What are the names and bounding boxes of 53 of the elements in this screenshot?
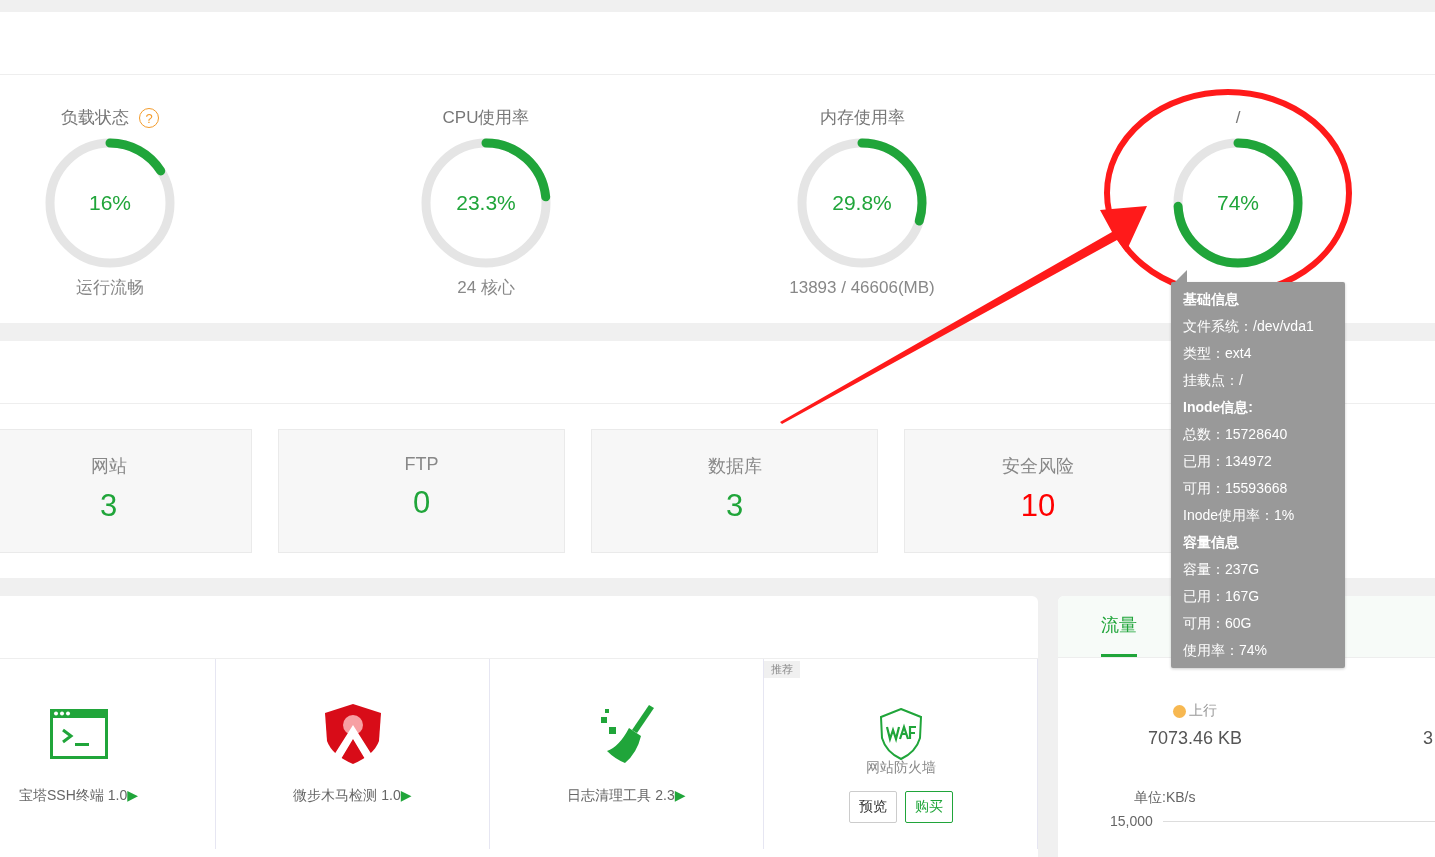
tooltip-line: 使用率：74% (1183, 641, 1269, 660)
preview-button[interactable]: 预览 (848, 791, 897, 823)
stat-card[interactable]: FTP 0 (278, 429, 565, 553)
tooltip-line: 容量：237G (1183, 560, 1261, 579)
traffic-tab[interactable]: 流量 (1101, 596, 1137, 657)
tooltip-line: 基础信息 (1183, 290, 1240, 309)
tooltip-line: 挂载点：/ (1183, 371, 1244, 390)
gauge-title: CPU使用率 (442, 107, 530, 129)
gauge-title: / (1235, 107, 1241, 129)
stat-card[interactable]: 安全风险 10 (904, 429, 1172, 553)
tooltip-line: Inode信息: (1183, 398, 1254, 417)
shield-icon (878, 708, 923, 760)
tooltip-line: Inode使用率：1% (1183, 506, 1296, 525)
stat-count: 3 (725, 488, 744, 524)
stat-label: 安全风险 (1002, 455, 1074, 478)
stat-count: 10 (1020, 488, 1056, 524)
buy-button[interactable]: 购买 (904, 791, 953, 823)
software-name[interactable]: 微步木马检测 1.0▶ (293, 787, 412, 805)
tooltip-line: 已用：167G (1183, 587, 1261, 606)
stat-count: 3 (99, 488, 118, 524)
gauge-caption: 运行流畅 (76, 277, 144, 299)
gauge-title: 负载状态 (61, 107, 129, 129)
stat-card[interactable]: 网站 3 (0, 429, 252, 553)
traffic-value: 7073.46 KB (1148, 728, 1243, 749)
tooltip-line: 类型：ext4 (1183, 344, 1253, 363)
stat-label: 网站 (90, 455, 127, 478)
recommend-tag: 推荐 (764, 661, 800, 678)
tooltip-line: 可用：60G (1183, 614, 1253, 633)
software-name[interactable]: 日志清理工具 2.3▶ (567, 787, 686, 805)
gauge-value: 16% (89, 191, 131, 215)
traffic-label: 上行 (1189, 702, 1218, 720)
tooltip-line: 已用：134972 (1183, 452, 1273, 471)
terminal-icon (48, 708, 109, 760)
axis-tick: 15,000 (1110, 813, 1153, 829)
gauge-value: 74% (1217, 191, 1259, 215)
tooltip-line: 容量信息 (1183, 533, 1240, 552)
unit-label: 单位:KB/s (1134, 789, 1196, 807)
stat-card[interactable]: 数据库 3 (591, 429, 878, 553)
stat-count: 0 (412, 485, 431, 521)
stat-label: 数据库 (707, 455, 762, 478)
software-name[interactable]: 宝塔SSH终端 1.0▶ (19, 787, 138, 805)
shield-icon (323, 703, 382, 765)
gauge-caption: 13893 / 46606(MB) (789, 277, 935, 299)
stat-label: FTP (404, 454, 439, 475)
tooltip-line: 可用：15593668 (1183, 479, 1289, 498)
gauge-value: 29.8% (832, 191, 892, 215)
tooltip-line: 总数：15728640 (1183, 425, 1289, 444)
gauge-title: 内存使用率 (819, 107, 905, 129)
tooltip-line: 文件系统：/dev/vda1 (1183, 317, 1315, 336)
traffic-value: 3 (1423, 728, 1433, 749)
software-name[interactable]: 网站防火墙 (865, 759, 936, 777)
gauge-caption: 24 核心 (457, 277, 515, 299)
gauge-value: 23.3% (456, 191, 516, 215)
